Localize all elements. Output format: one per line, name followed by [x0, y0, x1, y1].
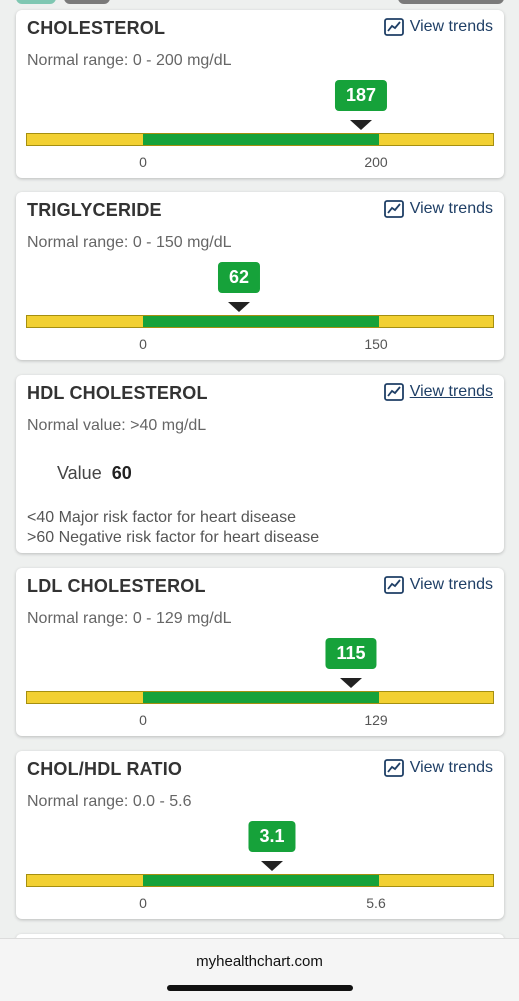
trend-chart-icon [383, 576, 404, 594]
range-bar [26, 133, 494, 146]
value-bubble: 187 [334, 80, 388, 111]
normal-range-text: Normal range: 0 - 150 mg/dL [27, 234, 232, 251]
normal-range-segment [143, 692, 379, 703]
scale-max-label: 150 [364, 336, 388, 352]
scale-min-label: 0 [139, 336, 147, 352]
value-label: Value [57, 463, 102, 483]
above-range-segment [379, 692, 493, 703]
scale-min-label: 0 [139, 154, 147, 170]
trend-chart-icon [383, 383, 404, 401]
browser-address-bar[interactable]: myhealthchart.com [0, 938, 519, 1001]
result-card-triglyceride: TRIGLYCERIDE View trends Normal range: 0… [16, 192, 504, 360]
value-marker-arrow [228, 302, 250, 312]
view-trends-link[interactable]: View trends [383, 383, 493, 401]
tab-indicator-active[interactable] [16, 0, 56, 4]
result-card-chol-hdl-ratio: CHOL/HDL RATIO View trends Normal range:… [16, 751, 504, 919]
value-bubble: 62 [217, 262, 261, 293]
range-bar [26, 315, 494, 328]
card-title: CHOLESTEROL [27, 18, 166, 38]
trend-chart-icon [383, 759, 404, 777]
normal-range-text: Normal range: 0 - 200 mg/dL [27, 52, 232, 69]
value-bubble: 3.1 [248, 821, 296, 852]
above-range-segment [379, 316, 493, 327]
view-trends-link[interactable]: View trends [383, 18, 493, 36]
card-title: HDL CHOLESTEROL [27, 383, 208, 403]
normal-range-segment [143, 875, 379, 886]
above-range-segment [379, 875, 493, 886]
view-trends-label[interactable]: View trends [410, 576, 493, 594]
risk-note: >60 Negative risk factor for heart disea… [27, 529, 320, 546]
scale-min-label: 0 [139, 895, 147, 911]
above-range-segment [379, 134, 493, 145]
value-marker-arrow [261, 861, 283, 871]
normal-range-text: Normal range: 0.0 - 5.6 [27, 793, 192, 810]
view-trends-link[interactable]: View trends [383, 200, 493, 218]
view-trends-link[interactable]: View trends [383, 759, 493, 777]
below-range-segment [27, 134, 143, 145]
trend-chart-icon [383, 18, 404, 36]
tab-indicator[interactable] [398, 0, 504, 4]
trend-chart-icon [383, 200, 404, 218]
card-title: LDL CHOLESTEROL [27, 576, 206, 596]
value-marker-arrow [340, 678, 362, 688]
view-trends-label[interactable]: View trends [410, 383, 493, 401]
view-trends-label[interactable]: View trends [410, 18, 493, 36]
normal-range-segment [143, 134, 379, 145]
risk-note: <40 Major risk factor for heart disease [27, 509, 297, 526]
view-trends-label[interactable]: View trends [410, 200, 493, 218]
result-card-cholesterol: CHOLESTEROL View trends Normal range: 0 … [16, 10, 504, 178]
normal-range-segment [143, 316, 379, 327]
card-title: TRIGLYCERIDE [27, 200, 162, 220]
result-card-ldl-cholesterol: LDL CHOLESTEROL View trends Normal range… [16, 568, 504, 736]
home-indicator[interactable] [167, 985, 353, 991]
url-text[interactable]: myhealthchart.com [0, 953, 519, 970]
scale-max-label: 129 [364, 712, 388, 728]
value-bubble: 115 [325, 638, 377, 669]
below-range-segment [27, 875, 143, 886]
value-number: 60 [111, 463, 132, 483]
view-trends-link[interactable]: View trends [383, 576, 493, 594]
value-row: Value 60 [57, 463, 132, 484]
card-title: CHOL/HDL RATIO [27, 759, 183, 779]
scale-max-label: 5.6 [366, 895, 386, 911]
scale-min-label: 0 [139, 712, 147, 728]
value-marker-arrow [350, 120, 372, 130]
range-bar [26, 874, 494, 887]
view-trends-label[interactable]: View trends [410, 759, 493, 777]
tab-indicator[interactable] [64, 0, 110, 4]
range-bar [26, 691, 494, 704]
normal-range-text: Normal range: 0 - 129 mg/dL [27, 610, 232, 627]
normal-value-text: Normal value: >40 mg/dL [27, 417, 207, 434]
below-range-segment [27, 316, 143, 327]
below-range-segment [27, 692, 143, 703]
scale-max-label: 200 [364, 154, 388, 170]
result-card-hdl-cholesterol: HDL CHOLESTEROL View trends Normal value… [16, 375, 504, 553]
